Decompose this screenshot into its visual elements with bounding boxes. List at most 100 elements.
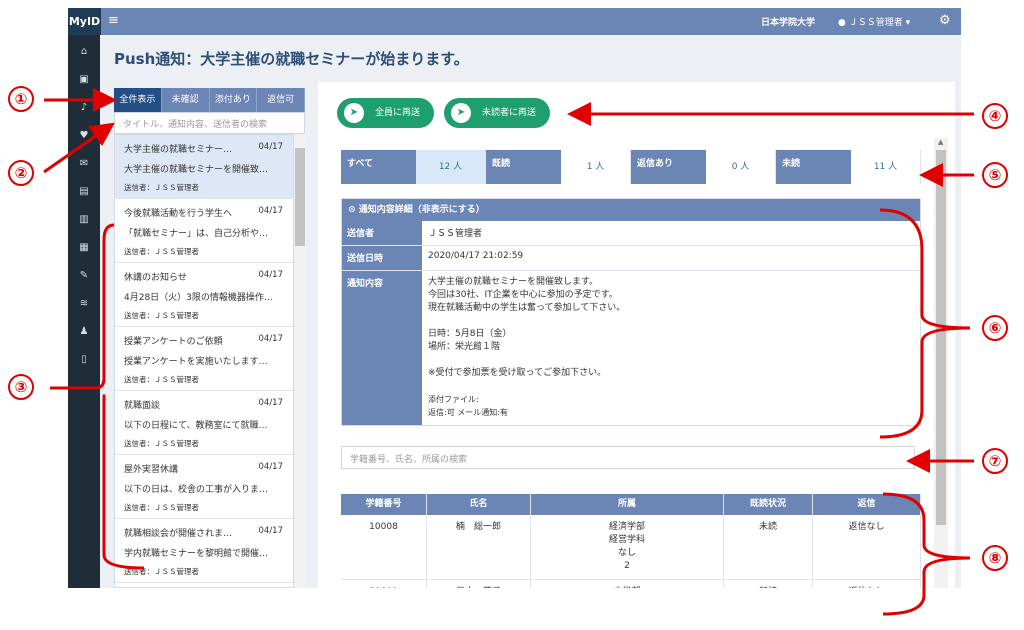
dept-line: 文学部 (531, 586, 723, 588)
col-student-id[interactable]: 学籍番号 (341, 494, 427, 515)
item-title: 就職面談 (124, 401, 161, 411)
content-reply: 返信:可 メール通知:有 (428, 408, 508, 417)
stat-replied-label: 返信あり (631, 150, 706, 184)
tab-unconfirmed[interactable]: 未確認 (161, 88, 210, 112)
cell-student-id: 10008 (341, 515, 427, 579)
col-reply[interactable]: 返信 (813, 494, 921, 515)
detail-toggle[interactable]: ⊙ 通知内容詳細（非表示にする） (342, 199, 920, 221)
col-department[interactable]: 所属 (531, 494, 724, 515)
resend-unread-button[interactable]: ➤ 未読者に再送 (444, 98, 550, 128)
cell-student-id: 20001 (341, 580, 427, 588)
heart-icon[interactable]: ♥ (77, 129, 91, 143)
detail-scrollbar[interactable]: ▲ (934, 138, 948, 588)
screenshot: MyID ≡ 日本学院大学 ● ＪＳＳ管理者 ▾ ⚙ ⌂ ▣ ♪ ♥ ✉ ▤ ▥… (0, 0, 1024, 630)
home-icon[interactable]: ⌂ (77, 45, 91, 59)
annotation-6: ⑥ (982, 315, 1008, 341)
annotation-7: ⑦ (982, 448, 1008, 474)
cell-department: 経済学部 経営学科 なし 2 (531, 515, 724, 579)
item-title: 大学主催の就職セミナー… (124, 145, 233, 155)
table-row[interactable]: 20001日本 花子文学部既読返信なし (341, 580, 921, 588)
table-row[interactable]: 10008 楠 総一郎 経済学部 経営学科 なし 2 未読 返信なし (341, 515, 921, 580)
database-icon[interactable]: ≋ (77, 297, 91, 311)
user-menu[interactable]: ● ＪＳＳ管理者 ▾ (838, 15, 910, 28)
tab-with-attachment[interactable]: 添付あり (209, 88, 258, 112)
filter-tabs: 全件表示 未確認 添付あり 返信可 (114, 88, 305, 112)
stat-replied-value[interactable]: 0 人 (706, 150, 776, 184)
cell-reply: 返信なし (813, 515, 921, 579)
user-settings-icon[interactable]: ♟ (77, 325, 91, 339)
item-sender: 送信者：ＪＳＳ管理者 (124, 311, 199, 320)
stat-read-value[interactable]: 1 人 (561, 150, 631, 184)
resend-all-button[interactable]: ➤ 全員に再送 (337, 98, 434, 128)
item-date: 04/17 (258, 142, 284, 152)
cell-name: 楠 総一郎 (427, 515, 531, 579)
inbox-icon[interactable]: ▤ (77, 185, 91, 199)
list-item[interactable]: 就職相談会が開催されま… 04/17 学内就職セミナーを黎明館で開催… 送信者：ＪＳＳ… (115, 519, 293, 583)
item-sender: 送信者：ＪＳＳ管理者 (124, 503, 199, 512)
student-search-input[interactable]: 学籍番号、氏名、所属の検索 (341, 446, 915, 469)
content-line (428, 380, 914, 393)
list-item[interactable]: 今後就職活動を行う学生へ 04/17 「就職セミナー」は、自己分析や… 送信者：ＪＳＳ… (115, 199, 293, 263)
hamburger-icon[interactable]: ≡ (108, 13, 119, 28)
list-scrollbar[interactable] (294, 134, 306, 588)
pencil-icon[interactable]: ✎ (77, 269, 91, 283)
dept-line: なし (617, 548, 636, 558)
notification-search-input[interactable]: タイトル、通知内容、送信者の検索 (114, 112, 305, 134)
tab-replyable[interactable]: 返信可 (257, 88, 305, 112)
item-title: 屋外実習休講 (124, 465, 179, 475)
dept-line: 2 (624, 561, 630, 571)
book-icon[interactable]: ▥ (77, 213, 91, 227)
app-logo[interactable]: MyID (68, 8, 101, 35)
tab-all[interactable]: 全件表示 (114, 88, 162, 112)
list-item[interactable]: 大学主催の就職セミナー… 04/17 大学主催の就職セミナーを開催致… 送信者：ＪＳＳ… (115, 135, 293, 199)
annotation-3: ③ (8, 374, 34, 400)
list-item[interactable]: 就職面談 04/17 以下の日程にて、教務室にて就職… 送信者：ＪＳＳ管理者 (115, 391, 293, 455)
cell-department: 文学部 (531, 580, 724, 588)
top-bar: MyID ≡ 日本学院大学 ● ＪＳＳ管理者 ▾ ⚙ (68, 8, 961, 35)
item-body: 「就職セミナー」は、自己分析や… (124, 229, 269, 239)
col-name[interactable]: 氏名 (427, 494, 531, 515)
resend-all-label: 全員に再送 (375, 108, 421, 118)
annotation-8: ⑧ (982, 545, 1008, 571)
item-sender: 送信者：ＪＳＳ管理者 (124, 375, 199, 384)
scroll-thumb[interactable] (936, 150, 946, 525)
item-title: 就職相談会が開催されま… (124, 529, 233, 539)
stat-unread-value[interactable]: 11 人 (851, 150, 921, 184)
university-name: 日本学院大学 (761, 18, 816, 28)
item-body: 4月28日（火）3限の情報機器操作… (124, 293, 273, 303)
mail-icon[interactable]: ✉ (77, 157, 91, 171)
user-icon: ● (838, 18, 849, 28)
content-label: 通知内容 (342, 271, 422, 425)
list-item[interactable]: 休講のお知らせ 04/17 4月28日（火）3限の情報機器操作… 送信者：ＪＳＳ管理者 (115, 263, 293, 327)
annotation-1: ① (8, 86, 34, 112)
content-line: 現在就職活動中の学生は奮って参加して下さい。 (428, 303, 626, 313)
content-line: ※受付で参加票を受け取ってご参加下さい。 (428, 368, 607, 378)
item-body: 以下の日程にて、教務室にて就職… (124, 421, 268, 431)
cell-read-status: 未読 (724, 515, 813, 579)
annotation-2: ② (8, 160, 34, 186)
datetime-label: 送信日時 (342, 246, 422, 270)
item-body: 大学主催の就職セミナーを開催致… (124, 165, 269, 175)
item-body: 学内就職セミナーを黎明館で開催… (124, 549, 269, 559)
calendar-icon[interactable]: ▦ (77, 241, 91, 255)
list-item[interactable]: 屋外実習休講 04/17 以下の日は、校舎の工事が入りま… 送信者：ＪＳＳ管理者 (115, 455, 293, 519)
mobile-icon[interactable]: ▯ (77, 353, 91, 367)
stat-all-value[interactable]: 12 人 (416, 150, 486, 184)
scroll-thumb[interactable] (295, 148, 305, 246)
item-title: 休講のお知らせ (124, 273, 187, 283)
stat-unread-label: 未読 (776, 150, 851, 184)
sender-label: 送信者 (342, 221, 422, 245)
bell-icon[interactable]: ♪ (77, 101, 91, 115)
page-title: Push通知：大学主催の就職セミナーが始まります。 (114, 50, 469, 68)
scroll-up-icon[interactable]: ▲ (938, 138, 943, 146)
item-date: 04/17 (258, 462, 284, 472)
id-card-icon[interactable]: ▣ (77, 73, 91, 87)
col-read-status[interactable]: 既読状況 (724, 494, 813, 515)
item-sender: 送信者：ＪＳＳ管理者 (124, 439, 199, 448)
table-header: 学籍番号 氏名 所属 既読状況 返信 (341, 494, 921, 515)
gear-icon[interactable]: ⚙ (939, 13, 951, 28)
chevron-up-icon: ⊙ (348, 205, 359, 215)
item-title: 今後就職活動を行う学生へ (124, 209, 233, 219)
list-item[interactable]: 授業アンケートのご依頼 04/17 授業アンケートを実施いたします… 送信者：ＪＳＳ管… (115, 327, 293, 391)
stat-read-label: 既読 (486, 150, 561, 184)
